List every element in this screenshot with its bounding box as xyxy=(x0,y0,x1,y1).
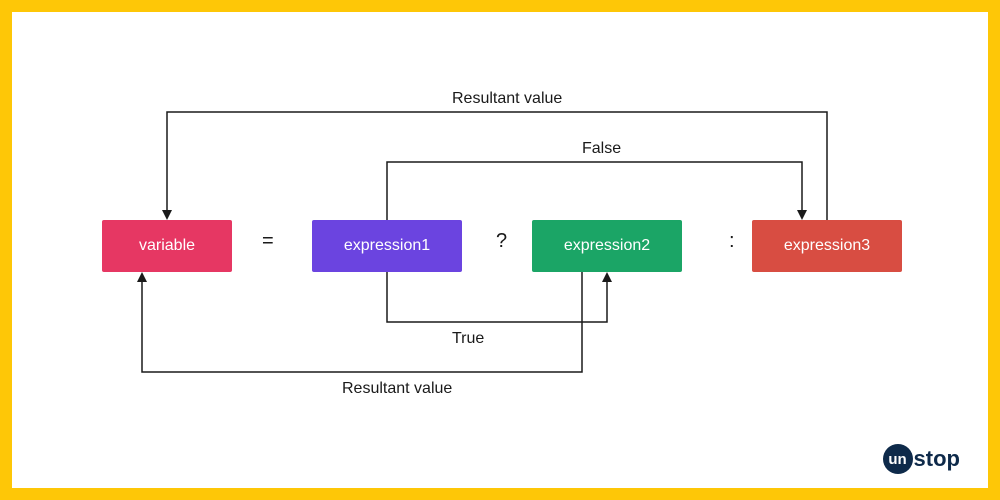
logo-text: stop xyxy=(914,446,960,472)
resultant-value-top-label: Resultant value xyxy=(452,90,562,108)
false-label: False xyxy=(582,140,621,158)
question-operator: ? xyxy=(496,230,507,253)
unstop-logo: unstop xyxy=(883,444,960,474)
equals-operator: = xyxy=(262,230,274,253)
expression3-box: expression3 xyxy=(752,220,902,272)
ternary-operator-diagram: variable expression1 expression2 express… xyxy=(12,12,988,488)
resultant-value-bottom-label: Resultant value xyxy=(342,380,452,398)
variable-box: variable xyxy=(102,220,232,272)
colon-operator: : xyxy=(729,230,735,253)
logo-circle: un xyxy=(883,444,913,474)
expression1-box: expression1 xyxy=(312,220,462,272)
expression2-box: expression2 xyxy=(532,220,682,272)
true-label: True xyxy=(452,330,484,348)
